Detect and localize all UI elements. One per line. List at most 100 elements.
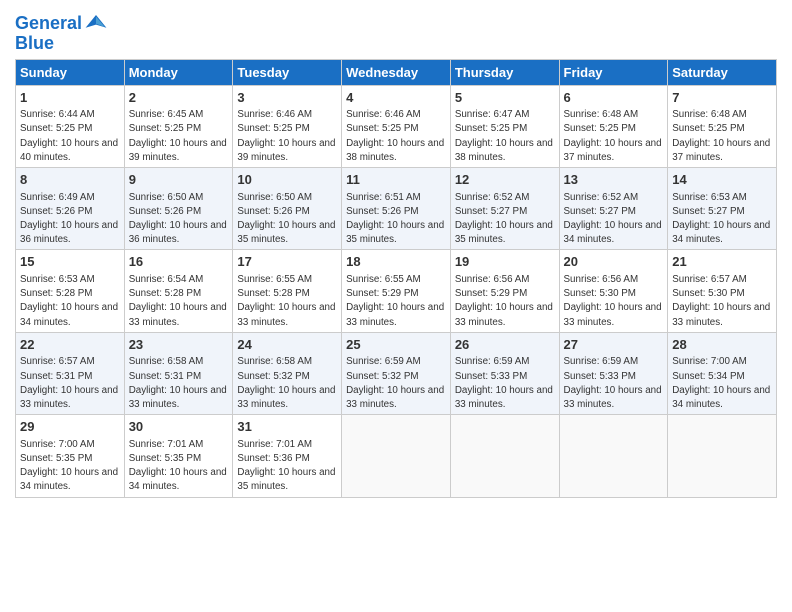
day-number: 20 (564, 253, 664, 271)
day-cell-7: 7 Sunrise: 6:48 AM Sunset: 5:25 PM Dayli… (668, 85, 777, 167)
day-number: 19 (455, 253, 555, 271)
day-number: 4 (346, 89, 446, 107)
day-sunrise: Sunrise: 6:53 AM (672, 192, 747, 203)
day-sunset: Sunset: 5:26 PM (237, 206, 309, 217)
day-sunrise: Sunrise: 6:46 AM (237, 109, 312, 120)
day-cell-24: 24 Sunrise: 6:58 AM Sunset: 5:32 PM Dayl… (233, 332, 342, 414)
day-cell-9: 9 Sunrise: 6:50 AM Sunset: 5:26 PM Dayli… (124, 168, 233, 250)
day-sunset: Sunset: 5:25 PM (20, 123, 92, 134)
header: General Blue (15, 10, 777, 54)
day-daylight-label: Daylight: 10 hours and 36 minutes. (20, 220, 118, 245)
day-number: 17 (237, 253, 337, 271)
day-sunset: Sunset: 5:32 PM (346, 371, 418, 382)
day-daylight-label: Daylight: 10 hours and 33 minutes. (346, 385, 444, 410)
calendar-table: SundayMondayTuesdayWednesdayThursdayFrid… (15, 59, 777, 498)
day-header-tuesday: Tuesday (233, 59, 342, 85)
week-row-2: 8 Sunrise: 6:49 AM Sunset: 5:26 PM Dayli… (16, 168, 777, 250)
day-number: 24 (237, 336, 337, 354)
day-sunrise: Sunrise: 6:44 AM (20, 109, 95, 120)
day-sunset: Sunset: 5:25 PM (237, 123, 309, 134)
day-sunrise: Sunrise: 6:59 AM (455, 356, 530, 367)
day-number: 22 (20, 336, 120, 354)
day-sunrise: Sunrise: 6:49 AM (20, 192, 95, 203)
day-cell-21: 21 Sunrise: 6:57 AM Sunset: 5:30 PM Dayl… (668, 250, 777, 332)
day-sunset: Sunset: 5:31 PM (20, 371, 92, 382)
day-cell-26: 26 Sunrise: 6:59 AM Sunset: 5:33 PM Dayl… (450, 332, 559, 414)
day-number: 2 (129, 89, 229, 107)
day-sunrise: Sunrise: 6:52 AM (455, 192, 530, 203)
week-row-1: 1 Sunrise: 6:44 AM Sunset: 5:25 PM Dayli… (16, 85, 777, 167)
day-sunset: Sunset: 5:26 PM (20, 206, 92, 217)
day-cell-16: 16 Sunrise: 6:54 AM Sunset: 5:28 PM Dayl… (124, 250, 233, 332)
day-cell-17: 17 Sunrise: 6:55 AM Sunset: 5:28 PM Dayl… (233, 250, 342, 332)
empty-cell (342, 415, 451, 497)
day-daylight-label: Daylight: 10 hours and 33 minutes. (129, 385, 227, 410)
day-cell-25: 25 Sunrise: 6:59 AM Sunset: 5:32 PM Dayl… (342, 332, 451, 414)
day-number: 26 (455, 336, 555, 354)
day-cell-5: 5 Sunrise: 6:47 AM Sunset: 5:25 PM Dayli… (450, 85, 559, 167)
day-sunset: Sunset: 5:25 PM (564, 123, 636, 134)
day-sunrise: Sunrise: 6:50 AM (237, 192, 312, 203)
day-daylight-label: Daylight: 10 hours and 39 minutes. (237, 138, 335, 163)
day-number: 11 (346, 171, 446, 189)
week-row-4: 22 Sunrise: 6:57 AM Sunset: 5:31 PM Dayl… (16, 332, 777, 414)
day-header-monday: Monday (124, 59, 233, 85)
day-sunrise: Sunrise: 6:48 AM (564, 109, 639, 120)
day-sunset: Sunset: 5:27 PM (672, 206, 744, 217)
day-daylight-label: Daylight: 10 hours and 39 minutes. (129, 138, 227, 163)
day-daylight-label: Daylight: 10 hours and 33 minutes. (455, 385, 553, 410)
day-sunset: Sunset: 5:29 PM (346, 288, 418, 299)
day-sunrise: Sunrise: 7:00 AM (672, 356, 747, 367)
day-number: 30 (129, 418, 229, 436)
day-sunrise: Sunrise: 6:52 AM (564, 192, 639, 203)
day-cell-27: 27 Sunrise: 6:59 AM Sunset: 5:33 PM Dayl… (559, 332, 668, 414)
day-daylight-label: Daylight: 10 hours and 38 minutes. (455, 138, 553, 163)
day-daylight-label: Daylight: 10 hours and 35 minutes. (237, 467, 335, 492)
day-daylight-label: Daylight: 10 hours and 33 minutes. (20, 385, 118, 410)
header-row: SundayMondayTuesdayWednesdayThursdayFrid… (16, 59, 777, 85)
day-number: 1 (20, 89, 120, 107)
day-number: 5 (455, 89, 555, 107)
day-number: 25 (346, 336, 446, 354)
day-number: 6 (564, 89, 664, 107)
day-daylight-label: Daylight: 10 hours and 33 minutes. (237, 302, 335, 327)
day-sunset: Sunset: 5:33 PM (455, 371, 527, 382)
day-sunset: Sunset: 5:27 PM (564, 206, 636, 217)
day-cell-19: 19 Sunrise: 6:56 AM Sunset: 5:29 PM Dayl… (450, 250, 559, 332)
day-daylight-label: Daylight: 10 hours and 38 minutes. (346, 138, 444, 163)
day-daylight-label: Daylight: 10 hours and 37 minutes. (564, 138, 662, 163)
day-cell-20: 20 Sunrise: 6:56 AM Sunset: 5:30 PM Dayl… (559, 250, 668, 332)
day-sunrise: Sunrise: 6:47 AM (455, 109, 530, 120)
day-daylight-label: Daylight: 10 hours and 34 minutes. (20, 302, 118, 327)
day-sunrise: Sunrise: 6:55 AM (237, 274, 312, 285)
day-number: 18 (346, 253, 446, 271)
empty-cell (450, 415, 559, 497)
day-header-friday: Friday (559, 59, 668, 85)
day-number: 10 (237, 171, 337, 189)
day-number: 21 (672, 253, 772, 271)
day-sunrise: Sunrise: 6:59 AM (564, 356, 639, 367)
day-number: 7 (672, 89, 772, 107)
day-daylight-label: Daylight: 10 hours and 36 minutes. (129, 220, 227, 245)
day-sunrise: Sunrise: 6:51 AM (346, 192, 421, 203)
week-row-5: 29 Sunrise: 7:00 AM Sunset: 5:35 PM Dayl… (16, 415, 777, 497)
day-number: 14 (672, 171, 772, 189)
day-sunset: Sunset: 5:36 PM (237, 453, 309, 464)
day-sunrise: Sunrise: 6:53 AM (20, 274, 95, 285)
day-sunrise: Sunrise: 7:01 AM (237, 439, 312, 450)
day-number: 13 (564, 171, 664, 189)
day-sunrise: Sunrise: 6:59 AM (346, 356, 421, 367)
day-sunset: Sunset: 5:28 PM (129, 288, 201, 299)
day-daylight-label: Daylight: 10 hours and 37 minutes. (672, 138, 770, 163)
day-sunrise: Sunrise: 6:55 AM (346, 274, 421, 285)
day-cell-12: 12 Sunrise: 6:52 AM Sunset: 5:27 PM Dayl… (450, 168, 559, 250)
empty-cell (559, 415, 668, 497)
logo-icon (84, 13, 108, 33)
day-daylight-label: Daylight: 10 hours and 34 minutes. (672, 220, 770, 245)
day-sunrise: Sunrise: 6:57 AM (20, 356, 95, 367)
day-sunrise: Sunrise: 6:58 AM (237, 356, 312, 367)
day-sunrise: Sunrise: 6:56 AM (564, 274, 639, 285)
day-cell-23: 23 Sunrise: 6:58 AM Sunset: 5:31 PM Dayl… (124, 332, 233, 414)
day-number: 8 (20, 171, 120, 189)
day-header-saturday: Saturday (668, 59, 777, 85)
